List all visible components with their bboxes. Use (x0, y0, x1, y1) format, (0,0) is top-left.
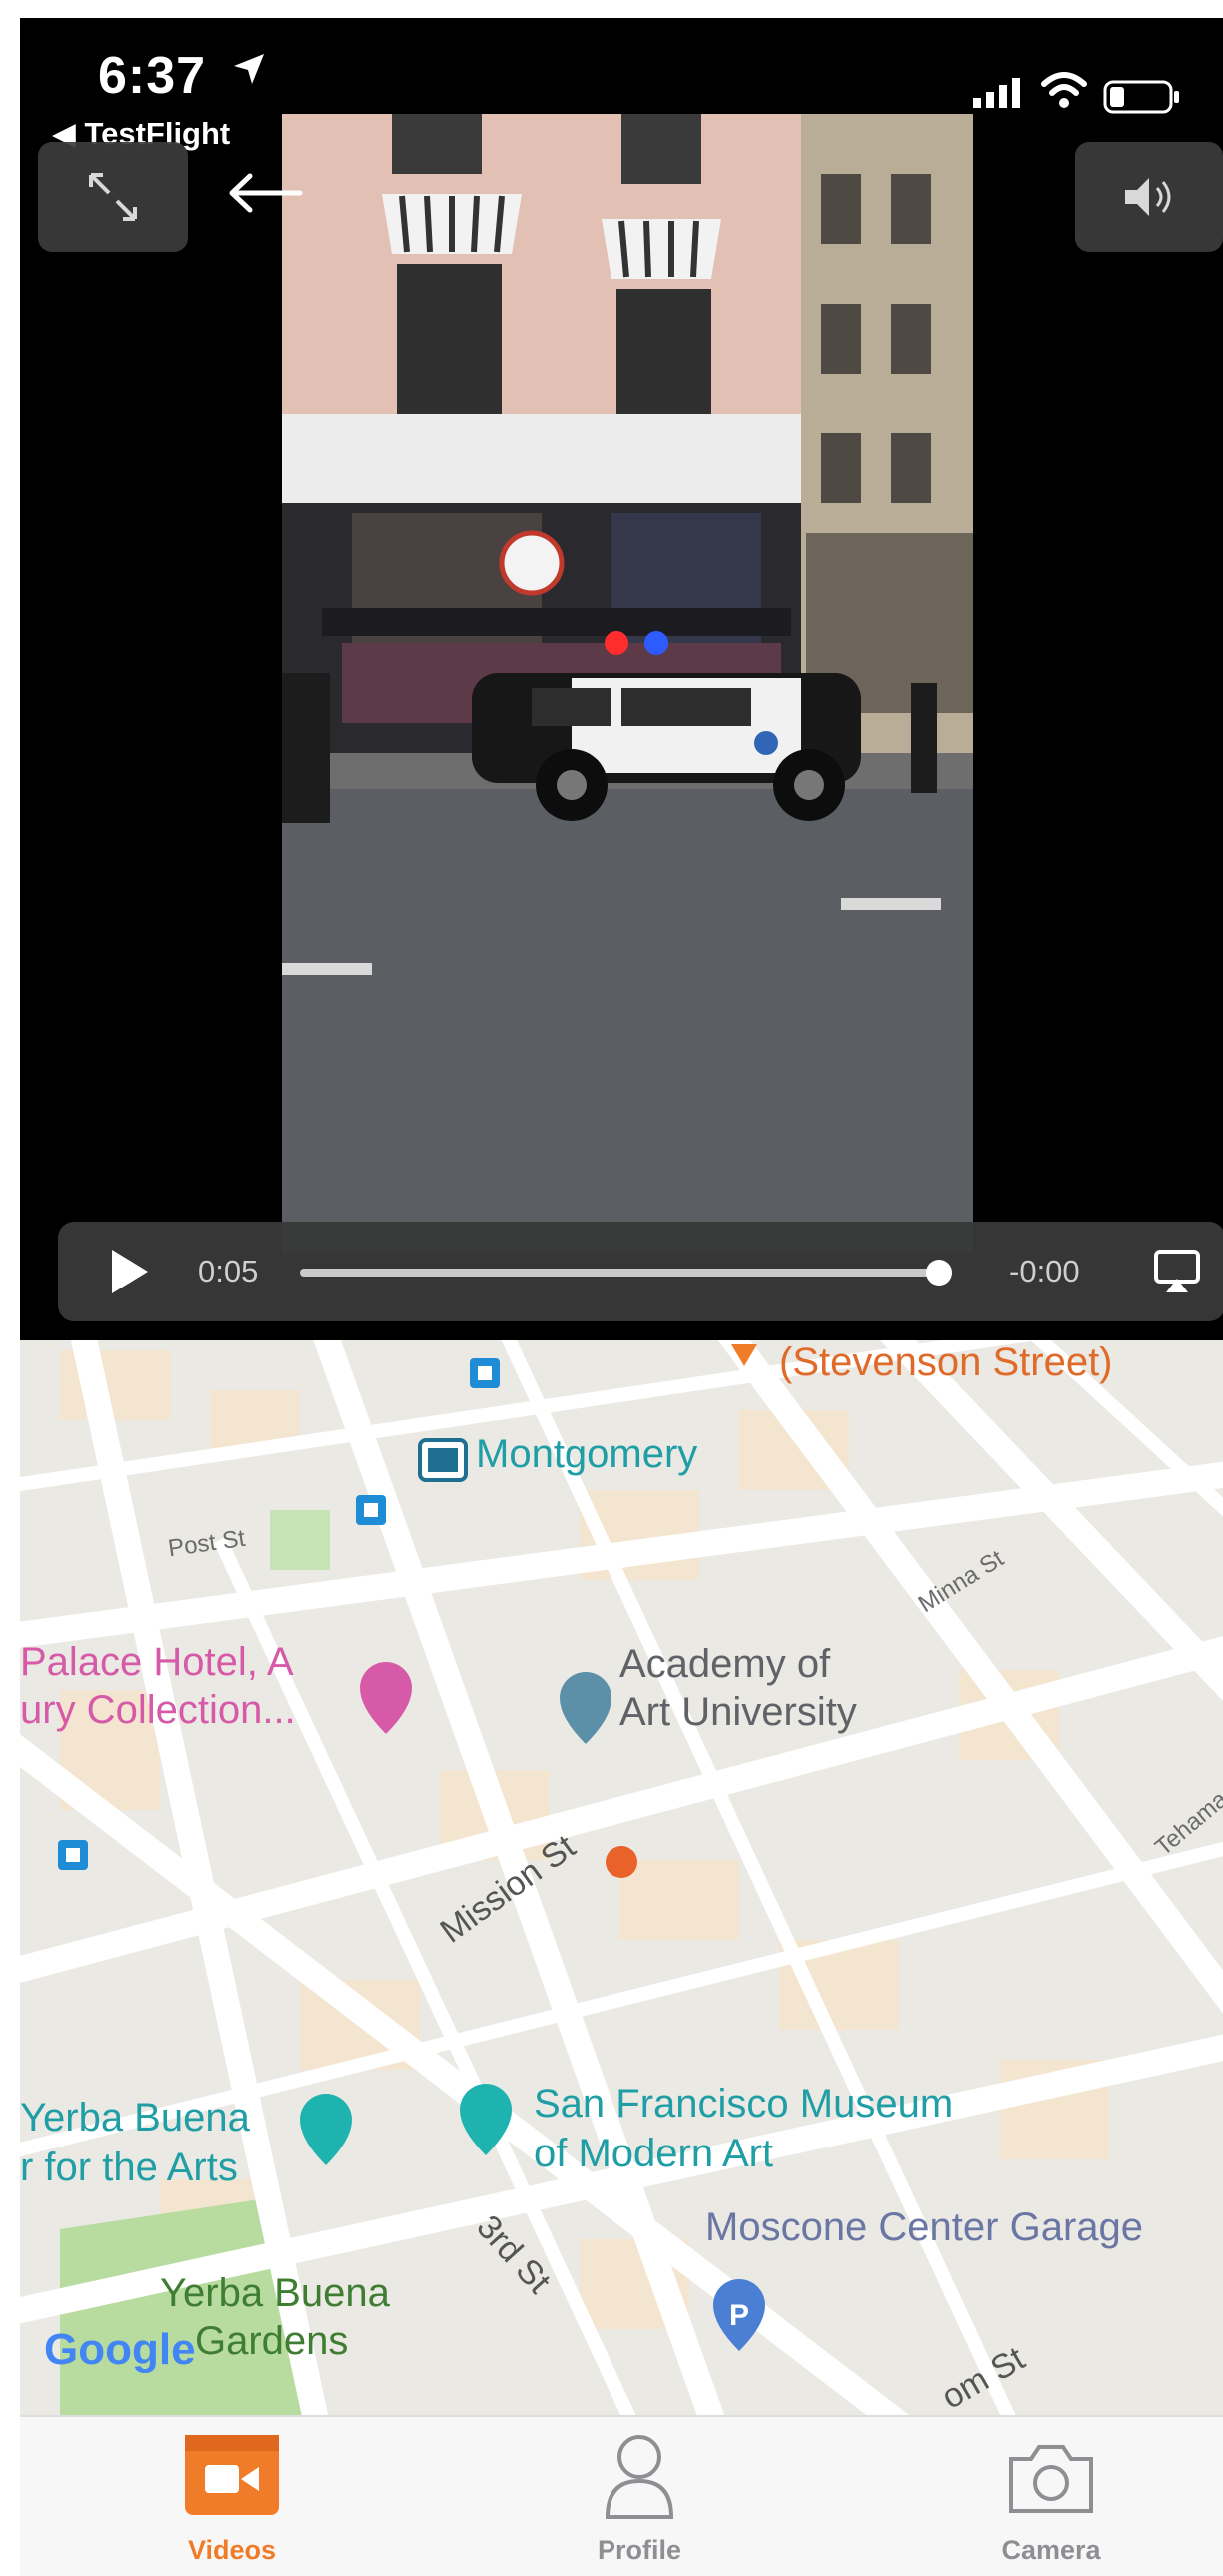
expand-icon (89, 173, 137, 221)
tab-camera-label: Camera (1001, 2535, 1101, 2565)
speaker-icon (1125, 178, 1171, 216)
fullscreen-button[interactable] (38, 142, 188, 252)
google-logo: Google (44, 2325, 196, 2374)
progress-thumb[interactable] (926, 1260, 952, 1286)
tab-profile-label: Profile (597, 2535, 682, 2565)
app-screen: 6:37 ◀ TestFlight 0:05 -0:00 P (Stevenso… (20, 18, 1223, 2576)
wifi-icon (1041, 72, 1087, 108)
map-label-montgomery[interactable]: Montgomery (476, 1432, 697, 1477)
remaining-time: -0:00 (1009, 1254, 1080, 1288)
video-camera-icon (185, 2435, 279, 2515)
tab-videos-label: Videos (187, 2535, 277, 2565)
tab-profile[interactable]: Profile (520, 2417, 759, 2576)
map-label-academy-1[interactable]: Academy of (619, 1642, 830, 1687)
tab-videos[interactable]: Videos (112, 2417, 352, 2576)
airplay-icon[interactable] (1152, 1249, 1202, 1294)
map-label-yerba-arts-2[interactable]: r for the Arts (20, 2146, 238, 2190)
profile-icon (605, 2435, 674, 2519)
playback-controls: 0:05 -0:00 (58, 1222, 1223, 1321)
map-label-moscone[interactable]: Moscone Center Garage (705, 2205, 1143, 2250)
tab-bar: Videos Profile Camera (20, 2415, 1223, 2576)
battery-icon (1103, 80, 1179, 114)
play-icon[interactable] (108, 1248, 152, 1295)
map-label-yerba-gardens-2[interactable]: Gardens (195, 2319, 348, 2364)
progress-track[interactable] (300, 1269, 939, 1277)
tab-camera[interactable]: Camera (931, 2417, 1171, 2576)
map-streets: P (20, 1340, 1223, 2415)
svg-text:P: P (729, 2299, 749, 2332)
map-view[interactable]: P (Stevenson Street) Montgomery Post St … (20, 1340, 1223, 2415)
map-label-yerba-gardens-1[interactable]: Yerba Buena (160, 2271, 390, 2316)
map-label-palace-hotel-2[interactable]: ury Collection... (20, 1688, 296, 1733)
map-label-academy-2[interactable]: Art University (619, 1690, 857, 1735)
location-arrow-icon (234, 54, 264, 84)
back-arrow-icon[interactable] (220, 168, 310, 218)
map-label-sfmoma-1[interactable]: San Francisco Museum (534, 2082, 953, 2127)
cellular-signal-icon (973, 78, 1020, 108)
status-time: 6:37 (98, 47, 207, 105)
map-label-stevenson[interactable]: (Stevenson Street) (779, 1340, 1113, 1385)
volume-button[interactable] (1075, 142, 1223, 252)
video-frame[interactable] (282, 114, 973, 1253)
map-label-palace-hotel-1[interactable]: Palace Hotel, A (20, 1640, 294, 1685)
camera-icon (1009, 2445, 1093, 2513)
map-label-sfmoma-2[interactable]: of Modern Art (534, 2132, 773, 2176)
elapsed-time: 0:05 (198, 1254, 259, 1288)
map-label-yerba-arts-1[interactable]: Yerba Buena (20, 2096, 250, 2141)
